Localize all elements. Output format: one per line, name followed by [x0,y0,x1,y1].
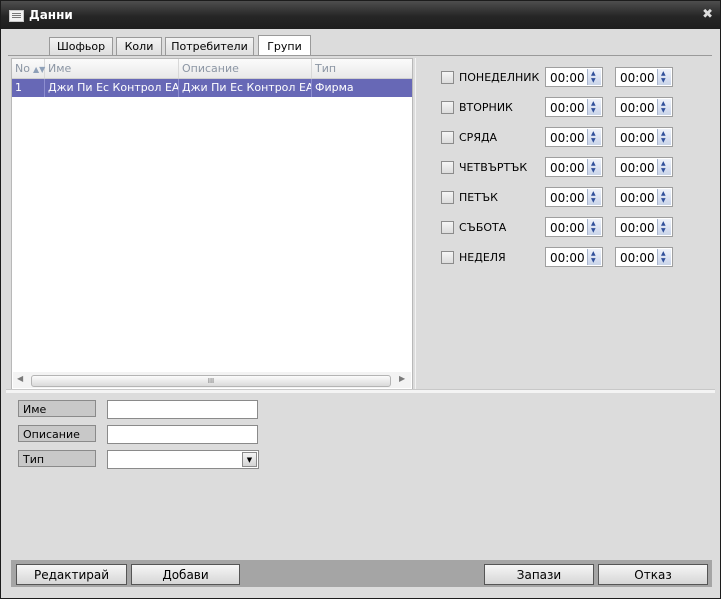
scroll-right-icon[interactable]: ▶ [399,374,405,383]
thursday-checkbox[interactable] [441,161,454,174]
description-field[interactable] [107,425,258,444]
column-header-description[interactable]: Описание [179,59,312,78]
vertical-divider [415,58,416,389]
column-header-type[interactable]: Тип [312,59,412,78]
section-divider [6,389,715,393]
friday-checkbox[interactable] [441,191,454,204]
spinner-icon: ▲ ▼ [657,159,671,175]
tab-cars[interactable]: Коли [116,37,162,55]
tuesday-checkbox[interactable] [441,101,454,114]
spinner-icon: ▲ ▼ [657,249,671,265]
window-body: Шофьор Коли Потребители Групи No ▲▼ Име О… [6,29,715,594]
button-bar: Редактирай Добави Запази Отказ [11,560,712,587]
column-header-name[interactable]: Име [45,59,179,78]
tab-users[interactable]: Потребители [165,37,254,55]
scroll-left-icon[interactable]: ◀ [17,374,23,383]
grid-header: No ▲▼ Име Описание Тип [12,59,412,79]
day-label: ВТОРНИК [459,101,513,114]
cell-name: Джи Пи Ес Контрол ЕАД [45,79,179,97]
saturday-from-time[interactable]: 00:00 ▲ ▼ [545,217,603,237]
spinner-icon: ▲ ▼ [657,99,671,115]
cancel-button[interactable]: Отказ [598,564,708,585]
day-label: СЪБОТА [459,221,507,234]
edit-button[interactable]: Редактирай [16,564,127,585]
saturday-to-time[interactable]: 00:00 ▲ ▼ [615,217,673,237]
spinner-icon: ▲ ▼ [587,69,601,85]
spinner-icon: ▲ ▼ [657,69,671,85]
spinner-icon: ▲ ▼ [657,129,671,145]
tab-underline [8,55,712,56]
add-button[interactable]: Добави [131,564,240,585]
tab-groups[interactable]: Групи [258,35,311,56]
wednesday-to-time[interactable]: 00:00 ▲ ▼ [615,127,673,147]
groups-grid: No ▲▼ Име Описание Тип 1 Джи Пи Ес Контро… [11,58,413,390]
friday-from-time[interactable]: 00:00 ▲ ▼ [545,187,603,207]
saturday-checkbox[interactable] [441,221,454,234]
spinner-icon: ▲ ▼ [657,219,671,235]
day-label: ПОНЕДЕЛНИК [459,71,540,84]
tuesday-from-time[interactable]: 00:00 ▲ ▼ [545,97,603,117]
cell-no: 1 [12,79,45,97]
spinner-icon: ▲ ▼ [587,189,601,205]
day-label: ПЕТЪК [459,191,498,204]
window-title: Данни [29,8,73,22]
sunday-from-time[interactable]: 00:00 ▲ ▼ [545,247,603,267]
spinner-icon: ▲ ▼ [587,249,601,265]
sort-icon: ▲▼ [32,65,46,74]
spinner-icon: ▲ ▼ [587,219,601,235]
close-icon[interactable]: ✖ [702,7,713,22]
wednesday-from-time[interactable]: 00:00 ▲ ▼ [545,127,603,147]
monday-checkbox[interactable] [441,71,454,84]
sunday-to-time[interactable]: 00:00 ▲ ▼ [615,247,673,267]
tuesday-to-time[interactable]: 00:00 ▲ ▼ [615,97,673,117]
day-label: НЕДЕЛЯ [459,251,506,264]
sunday-checkbox[interactable] [441,251,454,264]
day-label: ЧЕТВЪРТЪК [459,161,528,174]
monday-to-time[interactable]: 00:00 ▲ ▼ [615,67,673,87]
cell-type: Фирма [315,81,354,94]
description-label: Описание [18,425,96,442]
scroll-thumb[interactable]: III [31,375,391,387]
friday-to-time[interactable]: 00:00 ▲ ▼ [615,187,673,207]
type-label: Тип [18,450,96,467]
thursday-to-time[interactable]: 00:00 ▲ ▼ [615,157,673,177]
tab-driver[interactable]: Шофьор [49,37,113,55]
table-row[interactable]: 1 Джи Пи Ес Контрол ЕАД Джи Пи Ес Контро… [12,79,412,97]
column-header-no[interactable]: No ▲▼ [12,59,45,78]
data-window: Данни ✖ Шофьор Коли Потребители Групи No… [0,0,721,599]
horizontal-scrollbar[interactable]: ◀ III ▶ [13,372,411,388]
wednesday-checkbox[interactable] [441,131,454,144]
window-icon [9,10,24,22]
thursday-from-time[interactable]: 00:00 ▲ ▼ [545,157,603,177]
name-label: Име [18,400,96,417]
chevron-down-icon[interactable]: ▼ [242,452,257,467]
monday-from-time[interactable]: 00:00 ▲ ▼ [545,67,603,87]
spinner-icon: ▲ ▼ [587,159,601,175]
day-label: СРЯДА [459,131,498,144]
title-bar[interactable]: Данни ✖ [1,1,720,29]
spinner-icon: ▲ ▼ [587,99,601,115]
spinner-icon: ▲ ▼ [657,189,671,205]
name-field[interactable] [107,400,258,419]
save-button[interactable]: Запази [484,564,594,585]
type-select[interactable]: ▼ [107,450,259,469]
spinner-icon: ▲ ▼ [587,129,601,145]
cell-description: Джи Пи Ес Контрол ЕАД [179,79,312,97]
